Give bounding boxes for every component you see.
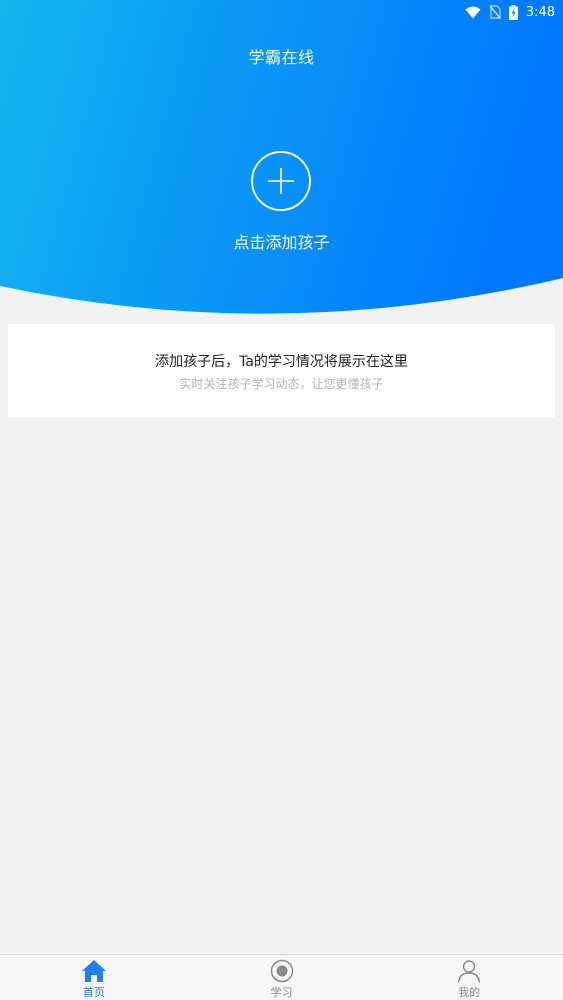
hero-header: 3:48 学霸在线 点击添加孩子 xyxy=(0,0,563,320)
tab-study-label: 学习 xyxy=(270,986,293,999)
add-child-label[interactable]: 点击添加孩子 xyxy=(0,229,563,253)
status-time: 3:48 xyxy=(525,4,555,20)
no-sim-icon xyxy=(489,5,501,19)
person-icon xyxy=(457,958,481,983)
battery-charging-icon xyxy=(508,4,518,20)
tab-mine[interactable]: 我的 xyxy=(375,955,563,1000)
tab-mine-label: 我的 xyxy=(458,986,481,999)
home-icon xyxy=(81,958,107,983)
add-child-button[interactable] xyxy=(251,151,311,211)
info-card: 添加孩子后，Ta的学习情况将展示在这里 实时关注孩子学习动态，让您更懂孩子 xyxy=(8,324,555,417)
info-card-subtitle: 实时关注孩子学习动态，让您更懂孩子 xyxy=(179,377,384,391)
tab-home-label: 首页 xyxy=(82,986,105,999)
tab-study[interactable]: 学习 xyxy=(188,955,376,1000)
info-card-title: 添加孩子后，Ta的学习情况将展示在这里 xyxy=(155,354,408,370)
bottom-tab-bar: 首页 学习 我的 xyxy=(0,954,563,1000)
wifi-icon xyxy=(465,6,481,19)
record-icon xyxy=(270,958,294,983)
plus-icon xyxy=(268,168,294,194)
app-title: 学霸在线 xyxy=(248,48,315,67)
status-bar: 3:48 xyxy=(0,0,563,24)
app-screen: 3:48 学霸在线 点击添加孩子 添加孩子后，Ta的学习情况将展示在这里 实时关… xyxy=(0,0,563,1000)
tab-home[interactable]: 首页 xyxy=(0,955,188,1000)
